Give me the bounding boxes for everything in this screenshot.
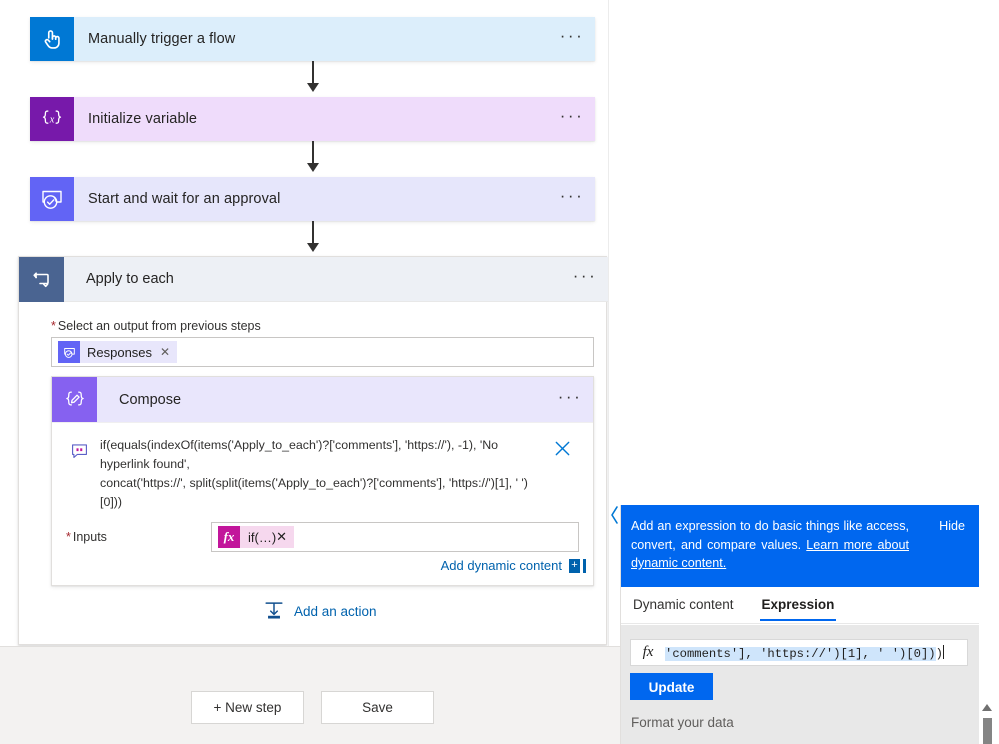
expression-trailing-text: ) [935, 646, 943, 661]
comment-bubble-icon [66, 441, 92, 460]
right-empty-area [620, 0, 999, 505]
add-action-icon [263, 599, 285, 624]
scope-apply-to-each: Apply to each ··· * Select an output from… [18, 256, 608, 645]
panel-tabs: Dynamic content Expression [621, 587, 979, 624]
connector-arrowhead [307, 163, 319, 172]
compose-menu-button[interactable]: ··· [547, 377, 593, 422]
flow-card-title: Manually trigger a flow [88, 31, 236, 47]
scope-menu-button[interactable]: ··· [562, 257, 608, 301]
tab-expression[interactable]: Expression [759, 590, 837, 621]
flow-card-title: Initialize variable [88, 111, 198, 127]
flow-card-title: Start and wait for an approval [88, 191, 281, 207]
scope-header[interactable]: Apply to each ··· [19, 257, 608, 302]
chevron-left-icon[interactable] [609, 500, 620, 530]
scope-title: Apply to each [86, 271, 174, 287]
connector-arrowhead [307, 243, 319, 252]
connector-arrowhead [307, 83, 319, 92]
token-expression-if[interactable]: fx if(…) ✕ [218, 526, 295, 548]
token-remove-icon[interactable]: ✕ [276, 529, 287, 545]
add-dynamic-content-link[interactable]: Add dynamic content [441, 558, 562, 573]
expression-line-2: concat('https://', split(split(items('Ap… [100, 476, 528, 509]
compose-pencil-icon [52, 377, 97, 422]
expression-preview-text: if(equals(indexOf(items('Apply_to_each')… [100, 433, 545, 512]
flow-card-menu-button[interactable]: ··· [549, 177, 595, 221]
inputs-input[interactable]: fx if(…) ✕ [211, 522, 579, 552]
variable-braces-icon: x [30, 97, 74, 141]
flow-canvas: Manually trigger a flow ··· x Initialize… [0, 0, 620, 744]
token-responses[interactable]: Responses ✕ [58, 341, 178, 363]
touch-tap-icon [30, 17, 74, 61]
scroll-up-arrow-icon[interactable] [982, 704, 992, 711]
select-output-label-text: Select an output from previous steps [57, 319, 261, 333]
flow-card-menu-button[interactable]: ··· [549, 17, 595, 61]
select-output-label: * Select an output from previous steps [51, 319, 261, 333]
new-step-button[interactable]: + New step [191, 691, 304, 724]
scroll-thumb[interactable] [983, 718, 992, 744]
flow-card-start-wait-approval[interactable]: Start and wait for an approval ··· [30, 177, 595, 221]
inputs-label: * Inputs [66, 530, 211, 544]
save-button[interactable]: Save [321, 691, 434, 724]
expression-info-banner: Add an expression to do basic things lik… [621, 505, 979, 587]
required-marker: * [66, 530, 71, 544]
add-dynamic-content-plus-icon[interactable]: + [569, 558, 583, 573]
select-output-input[interactable]: Responses ✕ [51, 337, 594, 367]
token-label: if(…) [248, 529, 277, 545]
approval-check-icon [30, 177, 74, 221]
canvas-right-strip [608, 0, 620, 646]
compose-header[interactable]: Compose ··· [52, 377, 593, 422]
tab-dynamic-content[interactable]: Dynamic content [631, 590, 736, 621]
required-marker: * [51, 319, 56, 333]
inputs-row: * Inputs fx if(…) ✕ [52, 516, 593, 552]
compose-body: if(equals(indexOf(items('Apply_to_each')… [52, 422, 593, 585]
panel-scrollbar[interactable] [979, 700, 996, 744]
add-action-label: Add an action [294, 604, 377, 619]
hide-banner-button[interactable]: Hide [939, 517, 965, 536]
svg-text:x: x [49, 115, 55, 126]
expression-preview-row: if(equals(indexOf(items('Apply_to_each')… [52, 422, 593, 516]
token-label: Responses [87, 344, 153, 360]
expression-panel: Add an expression to do basic things lik… [620, 505, 999, 744]
loop-repeat-icon [19, 257, 64, 302]
flow-card-manually-trigger[interactable]: Manually trigger a flow ··· [30, 17, 595, 61]
expression-editor-area: fx 'comments'], 'https://')[1], ' ')[0])… [621, 625, 979, 702]
flow-card-menu-button[interactable]: ··· [549, 97, 595, 141]
bottom-action-bar: + New step Save [0, 646, 620, 744]
expression-input-value: 'comments'], 'https://')[1], ' ')[0])) [665, 644, 967, 661]
fx-icon: fx [218, 526, 240, 548]
format-your-data-label: Format your data [631, 714, 734, 730]
flow-designer-root: Manually trigger a flow ··· x Initialize… [0, 0, 999, 744]
close-x-icon[interactable] [545, 433, 579, 458]
flow-card-compose: Compose ··· if(equals(indexOf(items('App… [51, 376, 594, 586]
update-button[interactable]: Update [630, 673, 713, 702]
approval-check-icon [58, 341, 80, 363]
inputs-label-text: Inputs [72, 530, 107, 544]
expression-selected-text: 'comments'], 'https://')[1], ' ')[0]) [665, 646, 936, 661]
expression-input[interactable]: fx 'comments'], 'https://')[1], ' ')[0])… [630, 639, 968, 666]
text-caret [942, 644, 944, 659]
token-remove-icon[interactable]: ✕ [160, 345, 170, 359]
banner-body: Add an expression to do basic things lik… [631, 517, 965, 573]
add-an-action-button[interactable]: Add an action [263, 599, 377, 624]
add-dynamic-content-row: Add dynamic content + [52, 552, 593, 575]
flow-card-initialize-variable[interactable]: x Initialize variable ··· [30, 97, 595, 141]
expression-line-1: if(equals(indexOf(items('Apply_to_each')… [100, 438, 499, 471]
format-your-data-section[interactable]: Format your data [621, 700, 979, 744]
compose-title: Compose [119, 391, 182, 408]
fx-icon: fx [642, 644, 654, 660]
